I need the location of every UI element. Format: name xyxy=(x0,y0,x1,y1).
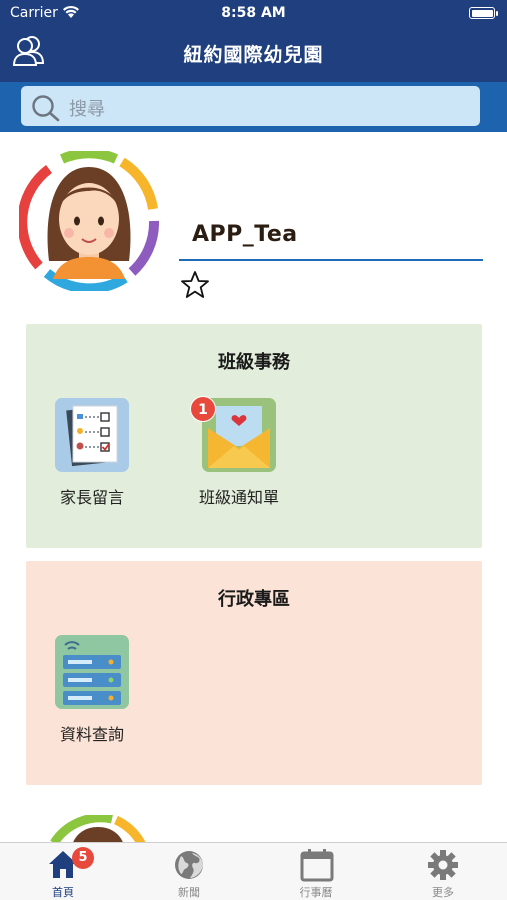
tab-home[interactable]: 5 首頁 xyxy=(0,843,126,900)
section-class-affairs: 班級事務 家長留言 1 班級通知單 xyxy=(26,324,482,548)
notification-badge: 1 xyxy=(190,396,216,422)
username-underline xyxy=(179,259,483,261)
tile-label: 家長留言 xyxy=(59,488,124,507)
tab-bar: 5 首頁 新聞 行事曆 更多 xyxy=(0,842,507,900)
tab-badge: 5 xyxy=(72,847,94,869)
username: APP_Tea xyxy=(192,222,298,247)
tab-label: 新聞 xyxy=(178,886,200,899)
search-input[interactable]: 搜尋 xyxy=(21,86,480,126)
tile-class-notice[interactable]: 1 班級通知單 xyxy=(184,396,294,508)
avatar[interactable] xyxy=(19,151,159,291)
calendar-icon xyxy=(300,849,334,882)
tile-data-query[interactable]: 資料查詢 xyxy=(37,635,147,745)
gear-icon xyxy=(428,850,458,880)
star-outline-icon[interactable] xyxy=(180,270,210,300)
tab-news[interactable]: 新聞 xyxy=(126,843,252,900)
section-title: 班級事務 xyxy=(218,352,290,373)
tab-label: 更多 xyxy=(432,886,454,899)
tile-label: 資料查詢 xyxy=(59,725,124,744)
globe-icon xyxy=(175,851,203,879)
tab-calendar[interactable]: 行事曆 xyxy=(253,843,379,900)
clock: 8:58 AM xyxy=(221,5,286,21)
section-title: 行政專區 xyxy=(218,589,290,610)
battery-icon xyxy=(469,7,498,19)
server-icon xyxy=(55,635,129,709)
tab-more[interactable]: 更多 xyxy=(380,843,506,900)
avatar-partial xyxy=(50,815,147,845)
tab-label: 首頁 xyxy=(52,886,74,899)
page-title: 紐約國際幼兒園 xyxy=(183,44,324,66)
tile-label: 班級通知單 xyxy=(198,488,279,507)
envelope-heart-icon: 1 xyxy=(190,396,276,472)
status-bar: Carrier 8:58 AM xyxy=(0,0,507,26)
section-admin: 行政專區 資料查詢 xyxy=(26,561,482,785)
search-bar: 搜尋 xyxy=(0,82,507,132)
tile-parent-messages[interactable]: 家長留言 xyxy=(37,398,147,508)
search-icon xyxy=(32,95,60,122)
top-bar: Carrier 8:58 AM 紐約國際幼兒園 xyxy=(0,0,507,82)
checklist-icon xyxy=(55,398,129,472)
search-placeholder: 搜尋 xyxy=(69,99,105,120)
tab-label: 行事曆 xyxy=(299,886,333,899)
